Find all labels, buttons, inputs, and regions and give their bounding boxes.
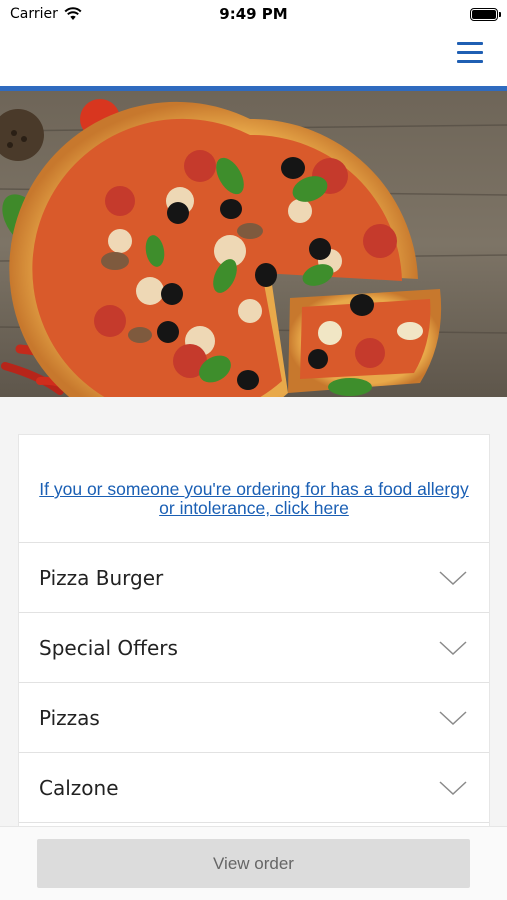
status-bar: Carrier 9:49 PM <box>0 0 507 30</box>
hamburger-menu-icon[interactable] <box>457 42 483 64</box>
chevron-down-icon <box>439 640 467 655</box>
allergy-notice: If you or someone you're ordering for ha… <box>19 435 489 543</box>
category-row-special-offers[interactable]: Special Offers <box>19 613 489 683</box>
battery-icon <box>470 8 501 21</box>
chevron-down-icon <box>439 710 467 725</box>
category-label: Pizza Burger <box>39 565 164 590</box>
chevron-down-icon <box>439 570 467 585</box>
pizza-hero-image <box>0 91 507 397</box>
category-label: Special Offers <box>39 635 178 660</box>
category-row-pizzas[interactable]: Pizzas <box>19 683 489 753</box>
bottom-bar: View order <box>0 826 507 900</box>
category-row-pizza-burger[interactable]: Pizza Burger <box>19 543 489 613</box>
status-time: 9:49 PM <box>219 5 288 23</box>
menu-card: If you or someone you're ordering for ha… <box>18 434 490 834</box>
nav-bar <box>0 30 507 86</box>
category-label: Pizzas <box>39 705 100 730</box>
category-row-calzone[interactable]: Calzone <box>19 753 489 823</box>
view-order-button[interactable]: View order <box>37 839 470 888</box>
category-label: Calzone <box>39 775 119 800</box>
allergy-link[interactable]: If you or someone you're ordering for ha… <box>39 480 469 518</box>
chevron-down-icon <box>439 780 467 795</box>
